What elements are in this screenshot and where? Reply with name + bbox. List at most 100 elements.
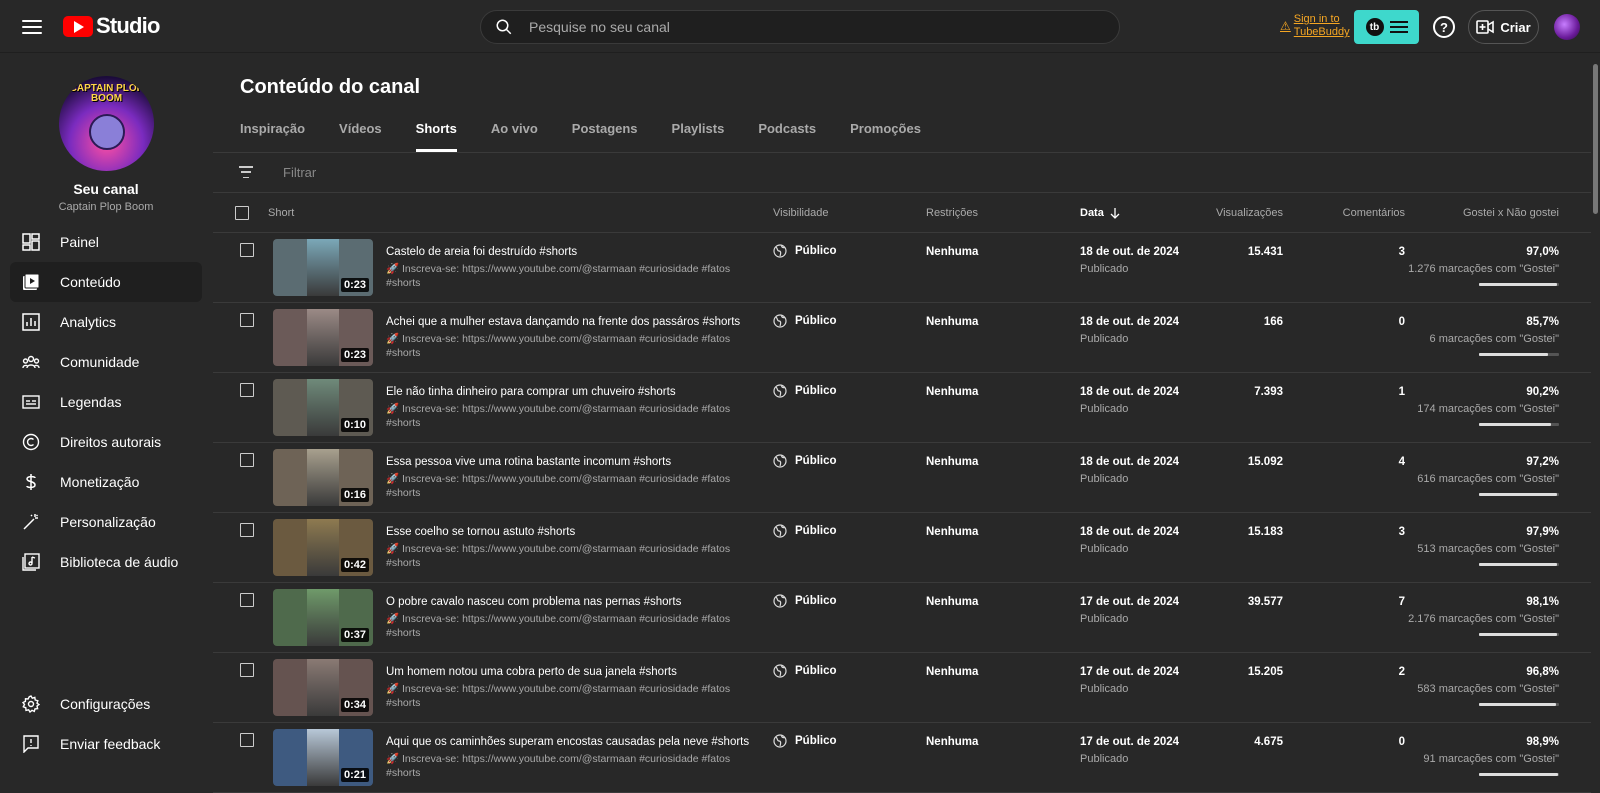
video-thumbnail[interactable]: 0:34 xyxy=(273,659,373,716)
tab-videos[interactable]: Vídeos xyxy=(339,116,382,152)
video-duration: 0:23 xyxy=(340,348,369,362)
sidebar-item-monetizacao[interactable]: Monetização xyxy=(10,462,202,502)
video-thumbnail[interactable]: 0:10 xyxy=(273,379,373,436)
hamburger-menu-icon[interactable] xyxy=(20,15,44,39)
visibility-dropdown[interactable]: Público xyxy=(773,314,837,328)
search-input[interactable] xyxy=(529,19,1089,35)
filter-input[interactable]: Filtrar xyxy=(283,165,316,180)
sidebar-item-legendas[interactable]: Legendas xyxy=(10,382,202,422)
visibility-dropdown[interactable]: Público xyxy=(773,384,837,398)
dashboard-icon xyxy=(22,233,40,251)
avatar-logo-text: CAPTAIN PLOP BOOM xyxy=(69,83,144,104)
filter-bar[interactable]: Filtrar xyxy=(213,153,1591,193)
likes-count: 6 marcações com "Gostei" xyxy=(1429,333,1559,345)
tab-inspiracao[interactable]: Inspiração xyxy=(240,116,305,152)
sidebar-item-personalizacao[interactable]: Personalização xyxy=(10,502,202,542)
tubebuddy-menu-button[interactable]: tb xyxy=(1354,10,1419,44)
publish-date: 17 de out. de 2024 xyxy=(1080,596,1180,608)
column-date[interactable]: Data xyxy=(1080,207,1121,219)
comments-count: 4 xyxy=(1398,456,1405,468)
table-row[interactable]: 0:42 Esse coelho se tornou astuto #short… xyxy=(213,513,1591,583)
table-row[interactable]: 0:23 Achei que a mulher estava dançamdo … xyxy=(213,303,1591,373)
video-thumbnail[interactable]: 0:37 xyxy=(273,589,373,646)
scrollbar-thumb[interactable] xyxy=(1593,64,1598,214)
sidebar-item-direitos-autorais[interactable]: Direitos autorais xyxy=(10,422,202,462)
video-thumbnail[interactable]: 0:16 xyxy=(273,449,373,506)
video-description: 🚀 Inscreva-se: https://www.youtube.com/@… xyxy=(386,613,731,639)
sidebar-item-painel[interactable]: Painel xyxy=(10,222,202,262)
tab-shorts[interactable]: Shorts xyxy=(415,116,458,152)
comments-count: 3 xyxy=(1398,526,1405,538)
help-icon[interactable]: ? xyxy=(1433,16,1455,38)
column-views[interactable]: Visualizações xyxy=(1173,207,1283,219)
video-duration: 0:34 xyxy=(340,698,369,712)
video-plus-icon xyxy=(1476,20,1495,34)
tab-podcasts[interactable]: Podcasts xyxy=(758,116,816,152)
table-row[interactable]: 0:10 Ele não tinha dinheiro para comprar… xyxy=(213,373,1591,443)
column-likes[interactable]: Gostei x Não gostei xyxy=(1413,207,1559,219)
visibility-dropdown[interactable]: Público xyxy=(773,244,837,258)
likes-ratio-bar xyxy=(1479,423,1559,426)
video-thumbnail[interactable]: 0:23 xyxy=(273,309,373,366)
row-checkbox[interactable] xyxy=(240,523,254,537)
table-row[interactable]: 0:34 Um homem notou uma cobra perto de s… xyxy=(213,653,1591,723)
tab-postagens[interactable]: Postagens xyxy=(572,116,638,152)
table-row[interactable]: 0:23 Castelo de areia foi destruído #sho… xyxy=(213,233,1591,303)
video-thumbnail[interactable]: 0:42 xyxy=(273,519,373,576)
column-restrictions[interactable]: Restrições xyxy=(926,207,978,219)
column-visibility[interactable]: Visibilidade xyxy=(773,207,828,219)
sidebar-item-enviar-feedback[interactable]: Enviar feedback xyxy=(10,724,202,764)
publish-status: Publicado xyxy=(1080,403,1129,415)
filter-icon[interactable] xyxy=(239,166,253,178)
visibility-dropdown[interactable]: Público xyxy=(773,734,837,748)
channel-avatar[interactable]: CAPTAIN PLOP BOOM xyxy=(59,76,154,171)
sidebar-item-comunidade[interactable]: Comunidade xyxy=(10,342,202,382)
video-title[interactable]: Ele não tinha dinheiro para comprar um c… xyxy=(386,386,676,398)
row-checkbox[interactable] xyxy=(240,313,254,327)
sidebar-item-analytics[interactable]: Analytics xyxy=(10,302,202,342)
video-title[interactable]: Esse coelho se tornou astuto #shorts xyxy=(386,526,575,538)
select-all-checkbox[interactable] xyxy=(235,206,249,220)
video-title[interactable]: Castelo de areia foi destruído #shorts xyxy=(386,246,577,258)
search-bar[interactable] xyxy=(480,10,1120,44)
sidebar-item-configuracoes[interactable]: Configurações xyxy=(10,684,202,724)
video-title[interactable]: Um homem notou uma cobra perto de sua ja… xyxy=(386,666,677,678)
row-checkbox[interactable] xyxy=(240,663,254,677)
page-scrollbar[interactable] xyxy=(1591,54,1600,788)
likes-ratio-bar xyxy=(1479,633,1559,636)
visibility-dropdown[interactable]: Público xyxy=(773,454,837,468)
tab-playlists[interactable]: Playlists xyxy=(672,116,725,152)
account-avatar[interactable] xyxy=(1554,14,1580,40)
visibility-dropdown[interactable]: Público xyxy=(773,664,837,678)
row-checkbox[interactable] xyxy=(240,383,254,397)
row-checkbox[interactable] xyxy=(240,243,254,257)
views-count: 39.577 xyxy=(1247,596,1283,608)
video-title[interactable]: Achei que a mulher estava dançamdo na fr… xyxy=(386,316,740,328)
search-icon[interactable] xyxy=(495,18,513,36)
visibility-dropdown[interactable]: Público xyxy=(773,524,837,538)
video-duration: 0:37 xyxy=(340,628,369,642)
video-title[interactable]: O pobre cavalo nasceu com problema nas p… xyxy=(386,596,681,608)
tab-ao-vivo[interactable]: Ao vivo xyxy=(491,116,538,152)
row-checkbox[interactable] xyxy=(240,593,254,607)
row-checkbox[interactable] xyxy=(240,453,254,467)
video-thumbnail[interactable]: 0:21 xyxy=(273,729,373,786)
video-title[interactable]: Essa pessoa vive uma rotina bastante inc… xyxy=(386,456,671,468)
tubebuddy-sign-in-link[interactable]: ⚠ Sign in to TubeBuddy xyxy=(1280,13,1350,39)
table-row[interactable]: 0:16 Essa pessoa vive uma rotina bastant… xyxy=(213,443,1591,513)
likes-ratio-bar xyxy=(1479,493,1559,496)
publish-date: 18 de out. de 2024 xyxy=(1080,456,1180,468)
visibility-dropdown[interactable]: Público xyxy=(773,594,837,608)
tab-promocoes[interactable]: Promoções xyxy=(850,116,921,152)
table-row[interactable]: 0:37 O pobre cavalo nasceu com problema … xyxy=(213,583,1591,653)
sidebar-item-conteudo[interactable]: Conteúdo xyxy=(10,262,202,302)
video-thumbnail[interactable]: 0:23 xyxy=(273,239,373,296)
column-comments[interactable]: Comentários xyxy=(1303,207,1405,219)
create-button[interactable]: Criar xyxy=(1468,10,1539,44)
row-checkbox[interactable] xyxy=(240,733,254,747)
video-title[interactable]: Aqui que os caminhões superam encostas c… xyxy=(386,736,749,748)
studio-logo[interactable]: Studio xyxy=(63,13,160,39)
visibility-label: Público xyxy=(795,245,837,257)
table-row[interactable]: 0:21 Aqui que os caminhões superam encos… xyxy=(213,723,1591,793)
sidebar-item-biblioteca-de-audio[interactable]: Biblioteca de áudio xyxy=(10,542,202,582)
